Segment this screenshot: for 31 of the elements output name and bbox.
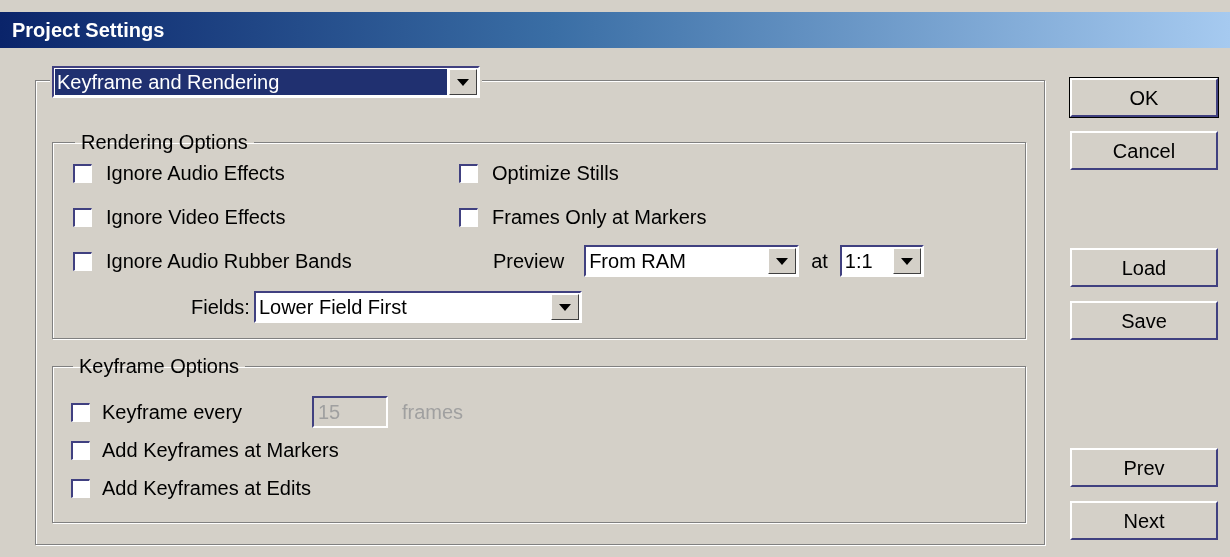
checkbox[interactable] [73,163,92,183]
checkbox[interactable] [73,207,92,227]
window-title: Project Settings [12,18,165,43]
dropdown[interactable]: From RAM [584,245,800,277]
checkbox-label: Add Keyframes at Markers [102,438,339,463]
dialog-button[interactable]: Save [1070,301,1218,340]
dialog-button[interactable]: OK [1070,78,1218,117]
group-title: Keyframe Options [78,354,241,379]
checkbox-label: Optimize Stills [492,161,619,186]
dialog-button[interactable]: Load [1070,248,1218,287]
dialog-button[interactable]: Next [1070,501,1218,540]
checkbox-label: Add Keyframes at Edits [102,476,311,501]
checkbox[interactable] [71,440,90,460]
checkbox[interactable] [459,207,478,227]
field-label: at [811,249,828,274]
checkbox[interactable] [459,163,478,183]
dropdown[interactable]: Lower Field First [253,291,582,323]
dropdown[interactable]: Keyframe and Rendering [52,66,480,98]
checkbox[interactable] [73,251,92,271]
checkbox-label: Ignore Video Effects [106,205,286,230]
checkbox-label: Ignore Audio Rubber Bands [106,249,352,274]
checkbox-label: Ignore Audio Effects [106,161,285,186]
checkbox-label: Frames Only at Markers [492,205,707,230]
dialog-button[interactable]: Cancel [1070,131,1218,170]
group-title: Rendering Options [80,130,249,155]
field-label: Fields: [191,295,250,320]
dialog-button[interactable]: Prev [1070,448,1218,487]
field-label: Preview [493,249,565,274]
checkbox[interactable] [71,478,90,498]
dropdown[interactable]: 1:1 [839,245,924,277]
checkbox-label: Keyframe every [102,400,244,425]
